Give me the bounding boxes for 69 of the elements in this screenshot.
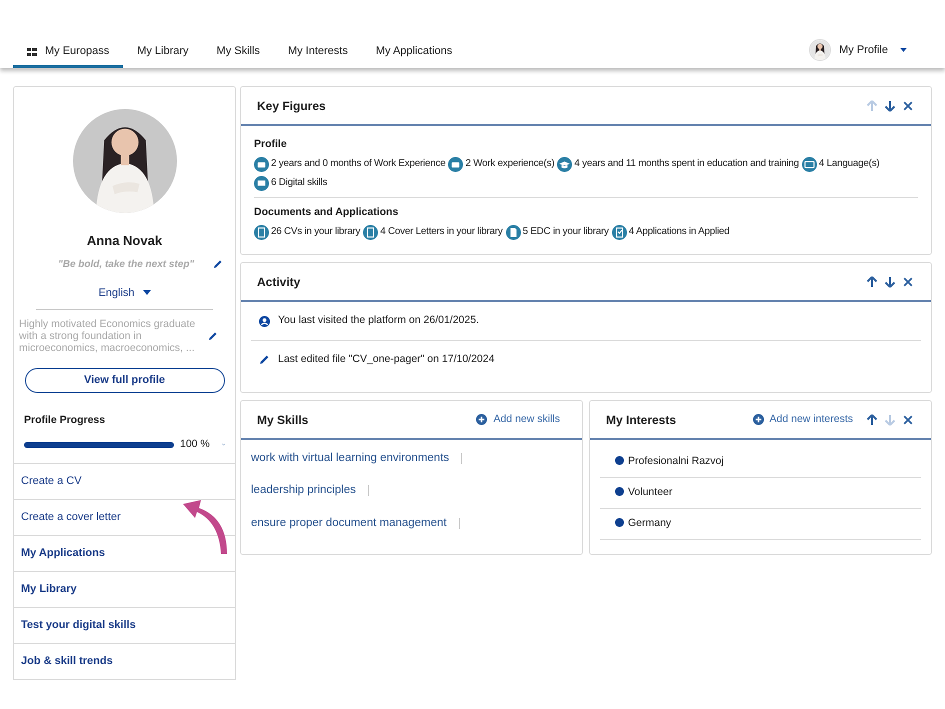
activity-text: Last edited file "CV_one-pager" on 17/10/2024 [278, 352, 494, 367]
key-figure-text: 2 years and 0 months of Work Experience [271, 156, 446, 171]
move-down-button[interactable] [883, 98, 897, 112]
move-up-button[interactable] [865, 274, 879, 288]
cv-icon [254, 224, 269, 240]
key-figure-text: 4 years and 11 months spent in education and training [574, 156, 799, 171]
key-figure-text: 4 Applications in Applied [628, 224, 730, 239]
side-menu-item[interactable]: Test your digital skills [13, 608, 236, 644]
group-heading: Documents and Applications [254, 204, 400, 220]
skill-link[interactable]: ensure proper document management [251, 514, 447, 532]
work-icon [448, 156, 464, 172]
language-icon [802, 156, 817, 172]
letter-icon [363, 224, 378, 240]
view-full-profile-button[interactable]: View full profile [24, 368, 224, 393]
side-menu-item[interactable]: Create a CV [13, 464, 236, 500]
interest-text: Volunteer [628, 485, 672, 500]
move-up-button[interactable] [865, 412, 879, 426]
close-button[interactable] [901, 412, 915, 426]
pencil-icon[interactable] [213, 259, 223, 269]
group-heading: Profile [254, 137, 288, 152]
key-figure-text: 6 Digital skills [271, 176, 328, 190]
key-figure-text: 2 Work experience(s) [465, 156, 554, 171]
nav-tab[interactable]: My Skills [202, 38, 274, 68]
bullet-icon [615, 456, 624, 464]
panel-title: My Skills [257, 412, 308, 428]
nav-tab[interactable]: My Library [123, 38, 203, 68]
nav-tab[interactable]: My Europass [13, 38, 124, 68]
panel-title: Activity [257, 274, 300, 290]
nav-tab[interactable]: My Interests [274, 38, 362, 68]
bio-text: Highly motivated Economics graduate with a strong foundation in microeconomics, macroeconomics, ... [19, 319, 196, 353]
progress-value: 100 % [180, 436, 210, 452]
key-figure-text: 26 CVs in your library [271, 224, 360, 239]
key-figure-text: 4 Cover Letters in your library [380, 224, 503, 239]
work-icon [254, 156, 269, 172]
caret-icon [900, 48, 907, 52]
panel-title: My Interests [606, 412, 676, 428]
add-skills-button[interactable]: Add new skills [476, 412, 560, 428]
profile-menu[interactable]: My Profile [809, 35, 932, 65]
education-icon [557, 156, 572, 172]
interest-text: Germany [628, 516, 672, 532]
application-icon [612, 224, 627, 240]
key-figure-text: 4 Language(s) [818, 156, 880, 171]
panel-title: Key Figures [257, 98, 326, 114]
document-icon [506, 224, 521, 240]
side-menu-item[interactable]: Job & skill trends [13, 644, 236, 680]
plus-circle-icon [752, 414, 764, 425]
plus-circle-icon [476, 414, 488, 425]
profile-name: Anna Novak [86, 232, 162, 250]
activity-text: You last visited the platform on 26/01/2025. [278, 313, 479, 328]
bullet-icon [615, 486, 624, 496]
interest-text: Profesionalni Razvoj [628, 454, 724, 470]
skill-link[interactable]: leadership principles [251, 482, 356, 500]
motto-text: "Be bold, take the next step" [58, 258, 194, 272]
user-icon [259, 316, 270, 326]
key-figure-text: 5 EDC in your library [522, 224, 609, 239]
add-interests-button[interactable]: Add new interests [752, 412, 853, 428]
pencil-icon [259, 354, 270, 365]
close-button[interactable] [901, 274, 915, 288]
skill-link[interactable]: work with virtual learning environments [251, 450, 450, 468]
pencil-icon[interactable] [208, 331, 218, 341]
progress-label: Profile Progress [24, 413, 106, 428]
digital-icon [254, 176, 269, 191]
close-button[interactable] [901, 98, 915, 112]
nav-tab[interactable]: My Applications [362, 38, 466, 68]
bullet-icon [615, 518, 624, 526]
side-menu-item[interactable]: My Library [13, 572, 236, 608]
move-down-button[interactable] [883, 274, 897, 288]
language-dropdown[interactable]: English [98, 284, 151, 301]
caret-icon [142, 290, 151, 296]
